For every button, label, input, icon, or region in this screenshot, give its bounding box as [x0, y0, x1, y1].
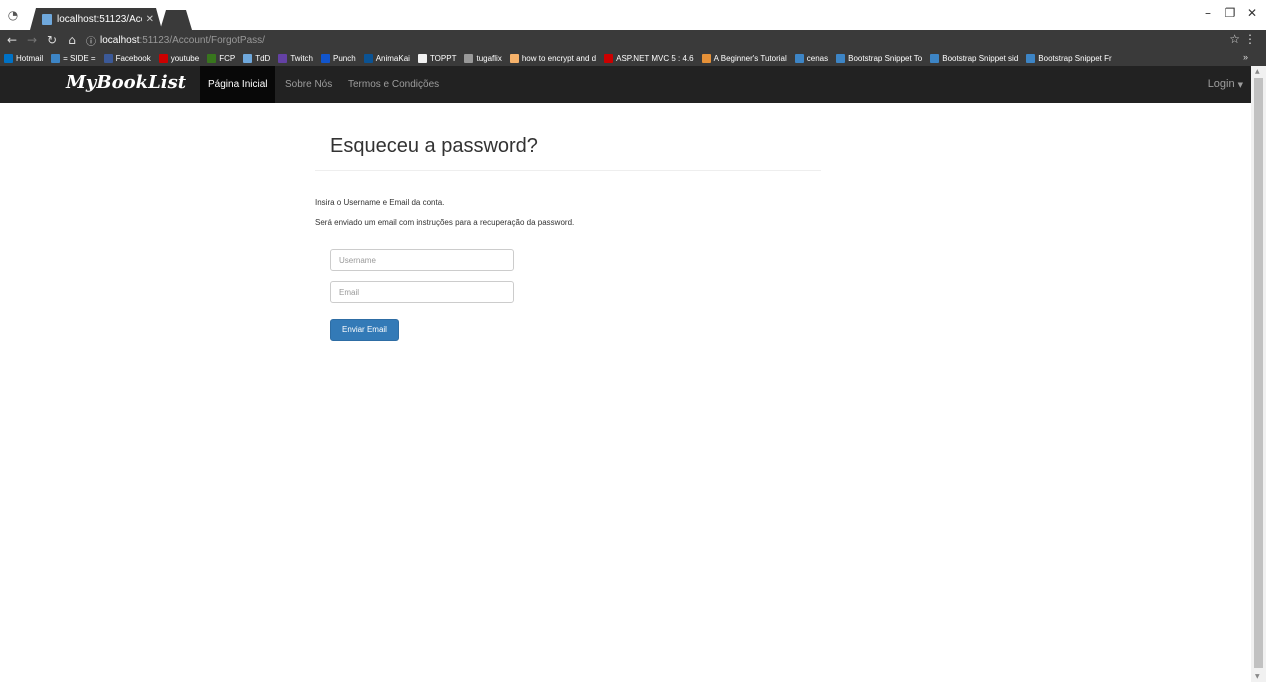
browser-tab[interactable]: localhost:51123/Account ✕: [30, 8, 162, 30]
bookmark-item[interactable]: tugaflix: [464, 53, 502, 63]
login-dropdown[interactable]: Login ▼: [1208, 66, 1243, 103]
login-label: Login: [1207, 78, 1235, 90]
bookmark-label: how to encrypt and d: [521, 53, 597, 63]
divider: [315, 170, 821, 171]
browser-tabstrip: ◔ localhost:51123/Account ✕ – ❐ ✕: [0, 0, 1266, 30]
page-favicon-icon: [42, 14, 52, 25]
bookmark-label: Bootstrap Snippet Fr: [1038, 53, 1112, 63]
new-tab-button[interactable]: [160, 10, 192, 30]
send-email-button[interactable]: Enviar Email: [330, 319, 399, 341]
bookmark-item[interactable]: A Beginner's Tutorial: [701, 53, 787, 63]
bookmark-item[interactable]: Bootstrap Snippet Fr: [1026, 53, 1112, 63]
bookmark-label: TdD: [255, 53, 271, 63]
bookmark-item[interactable]: Bootstrap Snippet To: [836, 53, 923, 63]
bookmark-label: A Beginner's Tutorial: [713, 53, 787, 63]
brand-logo[interactable]: MyBookList: [66, 72, 186, 93]
bookmark-favicon-icon: [417, 53, 427, 63]
menu-kebab-icon[interactable]: ⋮: [1244, 32, 1256, 46]
bookmark-label: Bootstrap Snippet sid: [942, 53, 1019, 63]
nav-link-about[interactable]: Sobre Nós: [277, 66, 340, 103]
bookmark-favicon-icon: [464, 53, 474, 63]
scroll-down-icon[interactable]: ▼: [1255, 673, 1260, 680]
home-icon[interactable]: ⌂: [64, 32, 80, 48]
browser-toolbar: ← → ↻ ⌂ ⓘ localhost :51123/Account/Forgo…: [0, 30, 1266, 50]
tab-title: localhost:51123/Account: [57, 13, 141, 25]
bookmark-favicon-icon: [321, 53, 330, 63]
bookmark-label: youtube: [170, 53, 200, 63]
bookmark-label: Punch: [333, 53, 356, 63]
bookmark-favicon-icon: [51, 53, 61, 63]
bookmark-label: AnimaKai: [375, 53, 410, 63]
bookmark-favicon-icon: [278, 53, 288, 63]
bookmark-label: ASP.NET MVC 5 : 4.6: [616, 53, 694, 63]
bookmark-label: Hotmail: [16, 53, 44, 63]
bookmark-favicon-icon: [604, 53, 614, 63]
scroll-up-icon[interactable]: ▲: [1255, 68, 1260, 75]
bookmark-item[interactable]: TOPPT: [417, 53, 457, 63]
bookmark-label: cenas: [806, 53, 829, 63]
bookmark-item[interactable]: youtube: [158, 53, 200, 63]
url-path: :51123/Account/ForgotPass/: [139, 34, 265, 46]
info-text: Será enviado um email com instruções par…: [315, 218, 575, 227]
bookmark-favicon-icon: [509, 53, 519, 63]
bookmark-label: Facebook: [115, 53, 151, 63]
minimize-icon[interactable]: –: [1198, 6, 1218, 20]
bookmark-favicon-icon: [794, 53, 804, 63]
bookmark-item[interactable]: Bootstrap Snippet sid: [930, 53, 1019, 63]
bookmark-label: Twitch: [290, 53, 313, 63]
bookmark-item[interactable]: Punch: [321, 53, 356, 63]
url-host: localhost: [100, 34, 140, 46]
bookmark-item[interactable]: FCP: [207, 53, 236, 63]
bookmark-item[interactable]: Facebook: [103, 53, 151, 63]
caret-down-icon: ▼: [1237, 81, 1243, 89]
bookmark-favicon-icon: [207, 53, 217, 63]
site-info-icon[interactable]: ⓘ: [86, 33, 96, 48]
bookmark-label: = SIDE =: [63, 53, 96, 63]
back-arrow-icon[interactable]: ←: [4, 32, 20, 48]
restore-icon[interactable]: ❐: [1220, 6, 1240, 20]
bookmark-item[interactable]: AnimaKai: [363, 53, 410, 63]
nav-link-home[interactable]: Página Inicial: [200, 66, 276, 103]
incognito-icon: ◔: [7, 8, 19, 22]
bookmark-label: tugaflix: [476, 53, 502, 63]
bookmark-favicon-icon: [1026, 53, 1036, 63]
reload-icon[interactable]: ↻: [44, 32, 60, 48]
bookmark-label: TOPPT: [429, 53, 457, 63]
bookmark-favicon-icon: [930, 53, 940, 63]
nav-link-terms[interactable]: Termos e Condições: [340, 66, 447, 103]
bookmark-favicon-icon: [363, 53, 373, 63]
bookmark-favicon-icon: [158, 53, 168, 63]
username-input[interactable]: [330, 249, 514, 271]
instruction-text: Insira o Username e Email da conta.: [315, 198, 445, 207]
address-bar[interactable]: ⓘ localhost :51123/Account/ForgotPass/: [86, 32, 265, 48]
forward-arrow-icon[interactable]: →: [24, 32, 40, 48]
close-tab-icon[interactable]: ✕: [146, 14, 154, 25]
bookmark-item[interactable]: Twitch: [278, 53, 313, 63]
more-bookmarks-icon[interactable]: »: [1243, 52, 1248, 62]
bookmark-item[interactable]: how to encrypt and d: [509, 53, 597, 63]
bookmark-star-icon[interactable]: ☆: [1229, 32, 1240, 46]
bookmark-item[interactable]: = SIDE =: [51, 53, 96, 63]
email-input[interactable]: [330, 281, 514, 303]
bookmark-favicon-icon: [701, 53, 711, 63]
bookmark-favicon-icon: [4, 53, 13, 63]
bookmark-label: Bootstrap Snippet To: [848, 53, 923, 63]
bookmark-item[interactable]: Hotmail: [4, 53, 44, 63]
bookmarks-bar: Hotmail = SIDE = Facebook youtube FCP TdD Twit…: [0, 50, 1266, 66]
close-window-icon[interactable]: ✕: [1242, 6, 1262, 20]
bookmark-item[interactable]: TdD: [243, 53, 271, 63]
page-scrollbar[interactable]: ▲ ▼: [1251, 66, 1266, 682]
page-title: Esqueceu a password?: [330, 135, 538, 157]
bookmark-favicon-icon: [243, 53, 253, 63]
bookmark-item[interactable]: ASP.NET MVC 5 : 4.6: [604, 53, 694, 63]
bookmark-favicon-icon: [836, 53, 846, 63]
site-navbar: MyBookList Página Inicial Sobre Nós Term…: [0, 66, 1251, 103]
bookmark-item[interactable]: cenas: [794, 53, 829, 63]
bookmark-label: FCP: [219, 53, 236, 63]
scrollbar-thumb[interactable]: [1254, 78, 1263, 668]
bookmark-favicon-icon: [103, 53, 113, 63]
